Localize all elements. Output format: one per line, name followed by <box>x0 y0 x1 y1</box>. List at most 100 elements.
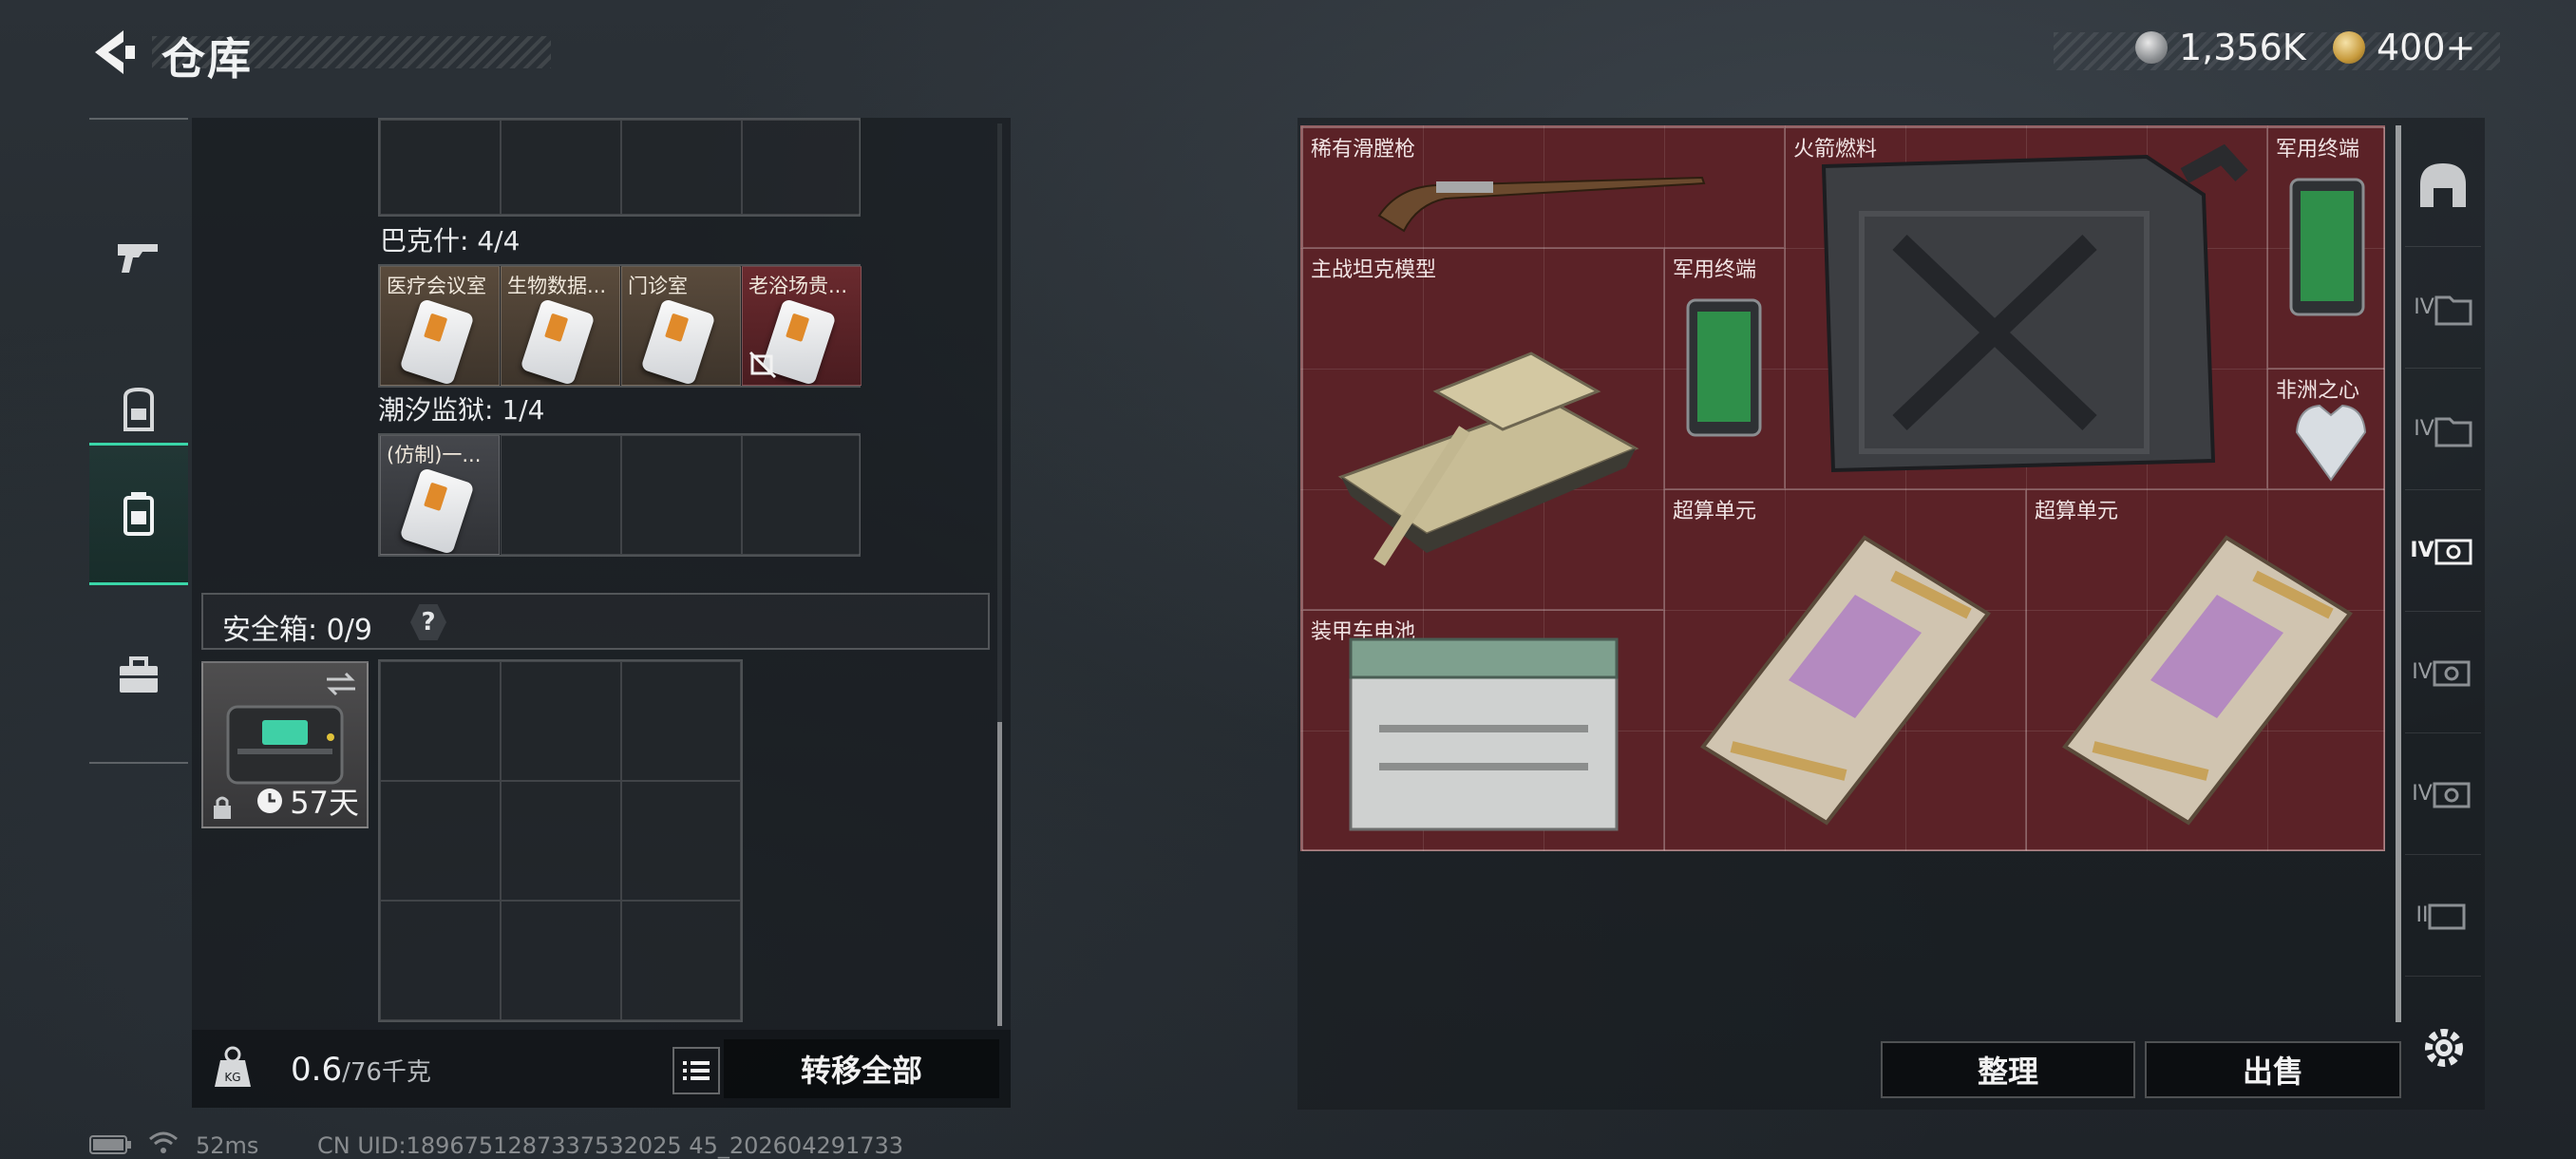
scrollbar-thumb[interactable] <box>997 722 1002 1026</box>
wifi-icon <box>149 1131 178 1153</box>
circuit-board-icon <box>1700 535 1991 826</box>
grid-cell[interactable] <box>742 120 861 215</box>
gold-coin-icon <box>2333 31 2365 64</box>
keycard-item[interactable]: 生物数据... <box>501 266 620 386</box>
stash-item-tank-model[interactable]: 主战坦克模型 <box>1302 248 1664 610</box>
grid-cell[interactable] <box>380 120 501 215</box>
stash-item-military-terminal[interactable]: 军用终端 <box>1664 248 1785 489</box>
uid-readout: CN UID:1896751287337532025 45_2026042917… <box>317 1132 904 1159</box>
briefcase-icon <box>120 656 158 693</box>
stash-item-supercomputer-unit[interactable]: 超算单元 <box>1664 489 2026 851</box>
weight-current: 0.6 <box>291 1051 343 1089</box>
grid-cell[interactable] <box>501 120 621 215</box>
item-label: (仿制)一... <box>387 444 482 466</box>
grid-cell[interactable] <box>501 661 621 781</box>
grid-cell[interactable] <box>380 781 501 901</box>
weight-max: /76千克 <box>342 1058 431 1087</box>
tab-weapons[interactable] <box>89 186 188 329</box>
keycard-icon <box>520 297 596 385</box>
stash-item-diamond[interactable]: 非洲之心 <box>2267 369 2385 489</box>
tab-container[interactable] <box>89 443 188 585</box>
transfer-all-button[interactable]: 转移全部 <box>724 1039 999 1098</box>
stash-item-supercomputer-unit[interactable]: 超算单元 <box>2026 489 2385 851</box>
tab-briefcase[interactable] <box>89 604 188 747</box>
stash-item-vehicle-battery[interactable]: 装甲车电池 <box>1302 610 1664 851</box>
item-label: 超算单元 <box>2035 500 2119 523</box>
stash-item-military-terminal[interactable]: 军用终端 <box>2267 127 2385 369</box>
safebox-label: 安全箱: 0/9 <box>222 614 372 647</box>
keycard-item[interactable]: (仿制)一... <box>380 435 500 555</box>
swap-icon[interactable] <box>325 671 357 697</box>
lock-icon <box>214 796 231 819</box>
container-icon <box>123 492 154 536</box>
back-arrow-icon <box>95 30 135 74</box>
rail-tab-page[interactable]: II <box>2405 855 2481 977</box>
weight-readout: 0.6/76千克 <box>291 1051 431 1089</box>
bakeshi-grid: 医疗会议室 生物数据... 门诊室 老浴场贵... <box>378 264 862 388</box>
grid-cell[interactable] <box>501 781 621 901</box>
safebox-item[interactable]: 57天 <box>201 661 369 828</box>
rail-tab-page[interactable]: IV <box>2405 247 2481 369</box>
case-icon <box>2428 903 2466 929</box>
grid-cell[interactable] <box>501 901 621 1020</box>
rail-tab-page[interactable]: IV <box>2405 612 2481 733</box>
svg-text:KG: KG <box>224 1071 240 1084</box>
gold-currency[interactable]: 400+ <box>2333 27 2475 68</box>
grid-cell[interactable] <box>621 661 741 781</box>
back-button[interactable] <box>87 27 137 78</box>
grid-cell[interactable] <box>380 661 501 781</box>
keycard-item[interactable]: 门诊室 <box>621 266 741 386</box>
backpack-icon <box>123 387 154 431</box>
keycard-item[interactable]: 医疗会议室 <box>380 266 500 386</box>
folder-icon <box>2434 417 2472 446</box>
keycard-icon <box>640 297 716 385</box>
stash-page-rail: IV IV IV IV IV II <box>2405 125 2481 1018</box>
chaoxi-grid: (仿制)一... <box>378 433 861 557</box>
item-label: 医疗会议室 <box>387 275 486 297</box>
rail-tab-tier: II <box>2415 903 2429 927</box>
item-label: 军用终端 <box>1673 258 1757 282</box>
sell-button[interactable]: 出售 <box>2145 1041 2401 1098</box>
terminal-icon <box>1686 298 1762 437</box>
grid-cell[interactable] <box>380 901 501 1020</box>
terminal-icon <box>2289 178 2365 316</box>
rail-tab-tier: IV <box>2414 295 2434 319</box>
silver-coin-icon <box>2135 31 2168 64</box>
weight-icon: KG <box>215 1046 251 1087</box>
rail-tab-page[interactable]: IV <box>2405 733 2481 855</box>
stash-item-rocket-fuel[interactable]: 火箭燃料 <box>1785 127 2267 489</box>
grid-cell[interactable] <box>742 435 861 555</box>
rail-tab-tier: IV <box>2410 539 2434 562</box>
organize-button[interactable]: 整理 <box>1881 1041 2135 1098</box>
grid-cell[interactable] <box>621 435 742 555</box>
rail-tab-equipment[interactable] <box>2405 125 2481 247</box>
grid-cell[interactable] <box>621 901 741 1020</box>
stash-grid: 稀有滑膛枪 火箭燃料 军用终端 非洲之心 主战坦克模型 军用终端 超算单元 超算… <box>1300 125 2385 851</box>
grid-cell[interactable] <box>621 781 741 901</box>
list-view-button[interactable] <box>672 1047 720 1094</box>
help-button[interactable]: ? <box>410 604 446 640</box>
safebox-header: 安全箱: 0/9 ? <box>201 593 990 650</box>
battery-icon <box>89 1135 131 1154</box>
battery-item-icon <box>1349 637 1619 831</box>
duration-text: 57天 <box>290 785 359 821</box>
item-label: 生物数据... <box>507 275 607 297</box>
rail-tab-page[interactable]: IV <box>2405 369 2481 490</box>
rail-tab-page-active[interactable]: IV <box>2405 490 2481 612</box>
item-label: 老浴场贵... <box>748 275 848 297</box>
grid-cell[interactable] <box>501 435 621 555</box>
case-icon <box>2434 539 2472 564</box>
keycard-item[interactable]: 老浴场贵... <box>742 266 862 386</box>
ping-readout: 52ms <box>196 1132 259 1159</box>
silver-currency: 1,356K <box>2135 27 2306 68</box>
diamond-icon <box>2295 404 2367 482</box>
stash-scrollbar[interactable] <box>2396 125 2401 1022</box>
stash-item-musket[interactable]: 稀有滑膛枪 <box>1302 127 1785 248</box>
grid-cell[interactable] <box>621 120 742 215</box>
left-bottom-bar: KG 0.6/76千克 转移全部 <box>192 1030 1011 1108</box>
item-label: 门诊室 <box>628 275 688 297</box>
gear-icon[interactable] <box>2420 1024 2468 1072</box>
tank-icon <box>1337 352 1639 566</box>
item-label: 主战坦克模型 <box>1311 258 1437 282</box>
gun-icon <box>118 244 158 273</box>
